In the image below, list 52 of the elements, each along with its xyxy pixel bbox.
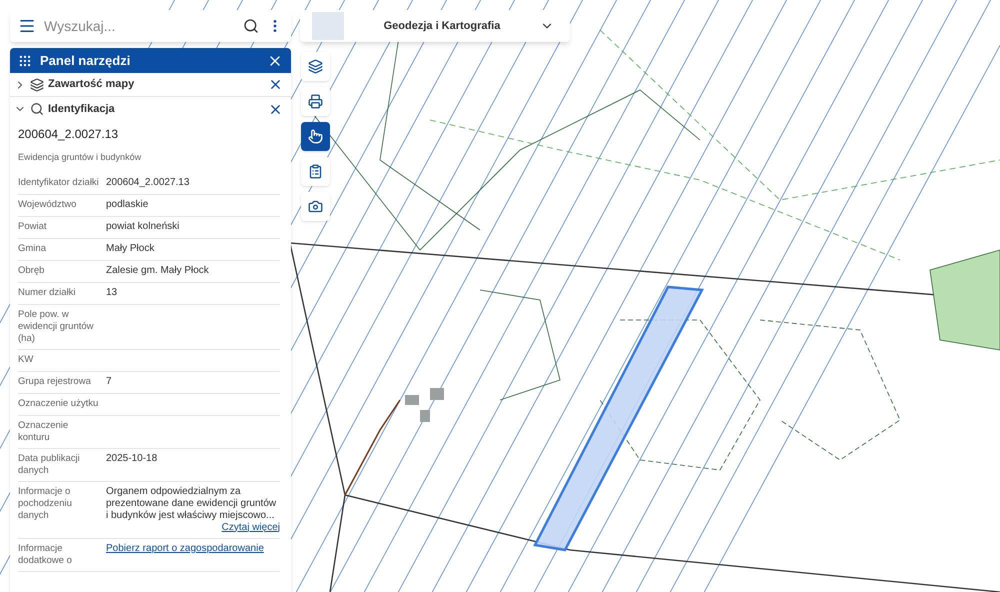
field-value: powiat kolneński	[106, 220, 180, 232]
section-header[interactable]: Identyfikacja	[10, 97, 291, 121]
map-thumbnail	[312, 12, 344, 40]
field-value: 200604_2.0027.13	[106, 176, 190, 188]
field-label: Informacje dodatkowe o	[18, 542, 73, 566]
field-value: podlaskie	[106, 198, 150, 210]
field-value: 7	[106, 376, 113, 388]
service-title: Geodezja i Kartografia	[382, 18, 502, 34]
layers-icon	[30, 78, 44, 92]
clipboard-icon	[308, 164, 323, 179]
map-tool-button[interactable]	[301, 52, 330, 81]
menu-icon[interactable]	[18, 17, 36, 35]
field-label: Data publikacji danych	[18, 452, 81, 476]
field-value: Organem odpowiedzialnym za prezentowane dane ewidencji gruntów i budynków jest właściwy miejscowo...	[106, 486, 278, 522]
field-value: 2025-10-18	[106, 452, 158, 464]
section-header[interactable]: Zawartość mapy	[10, 73, 291, 97]
map-tool-button[interactable]	[301, 157, 330, 186]
field-label: Województwo	[18, 198, 78, 212]
layers-icon	[308, 59, 323, 74]
field-label: Numer działki	[18, 286, 77, 300]
search-field[interactable]: Wyszukaj...	[44, 16, 235, 36]
field-label: Pole pow. w ewidencji gruntów (ha)	[18, 308, 95, 344]
parcel-id: 200604_2.0027.13	[18, 126, 120, 143]
field-label: Oznaczenie konturu	[18, 420, 70, 444]
search-icon[interactable]	[243, 18, 259, 34]
source-name: Ewidencja gruntów i budynków	[18, 151, 142, 164]
panel-title: Panel narzędzi	[40, 52, 132, 70]
field-label: Oznaczenie użytku	[18, 398, 100, 410]
map-tool-button[interactable]	[301, 87, 330, 116]
camera-icon	[308, 199, 323, 214]
field-label: KW	[18, 354, 34, 366]
report-link[interactable]: Pobierz raport o zagospodarowanie	[106, 542, 280, 554]
search-icon	[30, 102, 44, 116]
field-label: Grupa rejestrowa	[18, 376, 92, 388]
section-title: Identyfikacja	[48, 102, 116, 117]
field-label: Obręb	[18, 264, 46, 278]
field-label: Informacje o pochodzeniu danych	[18, 486, 73, 522]
field-label: Gmina	[18, 242, 47, 256]
field-label: Identyfikator działki	[18, 176, 100, 190]
field-label: Powiat	[18, 220, 48, 234]
grid-icon	[18, 54, 32, 68]
read-more-link[interactable]: Czytaj więcej	[222, 522, 280, 534]
field-value: Mały Płock	[106, 242, 156, 254]
pointer-hand-icon	[308, 129, 323, 144]
printer-icon	[308, 94, 323, 109]
map-tool-button[interactable]	[301, 122, 330, 151]
map-tool-button[interactable]	[301, 192, 330, 221]
service-selector[interactable]: Geodezja i Kartografia	[300, 10, 570, 42]
close-icon[interactable]	[268, 77, 283, 92]
section-title: Zawartość mapy	[48, 77, 136, 92]
field-value: 13	[106, 286, 118, 298]
field-value: Zalesie gm. Mały Płock	[106, 264, 210, 276]
